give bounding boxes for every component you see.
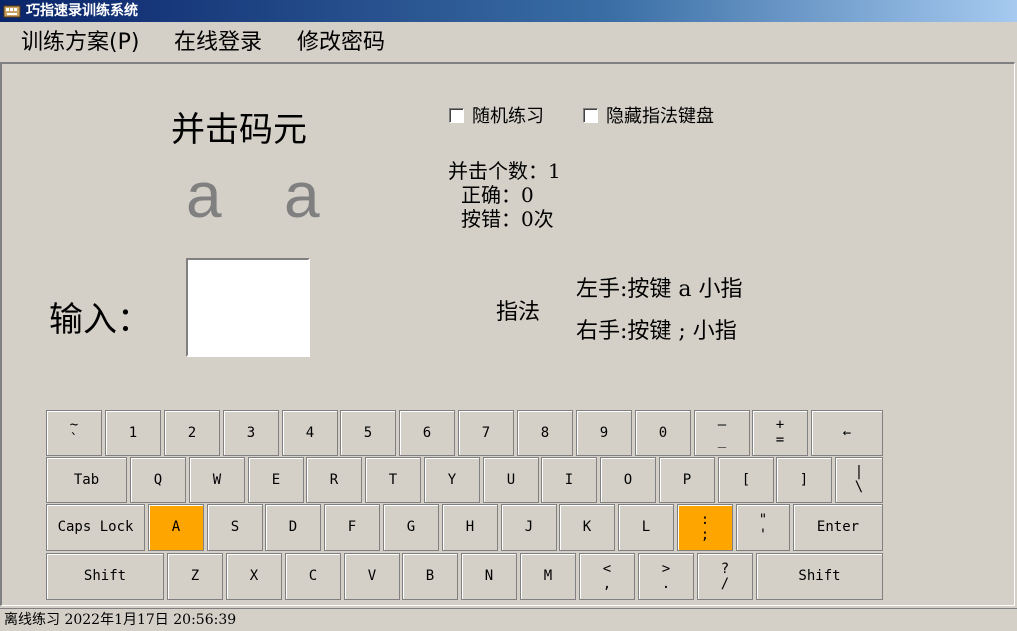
key-capslock: Caps Lock — [46, 504, 145, 551]
key-b: B — [402, 553, 458, 600]
app-icon — [3, 3, 21, 19]
key-backspace: ← — [811, 410, 883, 456]
random-practice-label: 随机练习 — [472, 106, 544, 127]
key-g: G — [383, 504, 439, 551]
key-slash: ? / — [697, 553, 753, 600]
checkbox-box[interactable] — [583, 108, 598, 123]
key-k: K — [559, 504, 615, 551]
menu-bar: 训练方案(P) 在线登录 修改密码 — [0, 24, 1017, 62]
key-0: 0 — [635, 410, 691, 456]
key-rbracket: ] — [776, 457, 832, 503]
key-6: 6 — [399, 410, 455, 456]
key-minus: – _ — [694, 410, 750, 456]
key-3: 3 — [223, 410, 279, 456]
error-count: 按错：0次 — [461, 207, 554, 231]
right-hand-hint: 右手:按键 ; 小指 — [576, 319, 737, 344]
key-7: 7 — [458, 410, 514, 456]
key-n: N — [461, 553, 517, 600]
left-hand-hint: 左手:按键 a 小指 — [576, 277, 743, 302]
key-8: 8 — [517, 410, 573, 456]
random-practice-checkbox[interactable]: 随机练习 — [449, 107, 544, 127]
window-title: 巧指速录训练系统 — [26, 3, 138, 19]
key-period: > . — [638, 553, 694, 600]
key-5: 5 — [340, 410, 396, 456]
key-r: R — [306, 457, 362, 503]
key-a: A — [148, 504, 204, 551]
key-rshift: Shift — [756, 553, 883, 600]
key-d: D — [265, 504, 321, 551]
key-y: Y — [424, 457, 480, 503]
input-label: 输入： — [49, 300, 151, 340]
key-lshift: Shift — [46, 553, 164, 600]
key-comma: < , — [579, 553, 635, 600]
key-t: T — [365, 457, 421, 503]
target-char-left: a — [186, 159, 222, 231]
menu-online-login[interactable]: 在线登录 — [174, 29, 262, 57]
key-9: 9 — [576, 410, 632, 456]
key-l: L — [618, 504, 674, 551]
key-quote: " ' — [736, 504, 790, 551]
key-tilde: ~ ` — [46, 410, 102, 456]
key-q: Q — [130, 457, 186, 503]
key-f: F — [324, 504, 380, 551]
status-text: 离线练习 2022年1月17日 20:56:39 — [4, 612, 237, 628]
target-char-right: a — [284, 159, 320, 231]
key-1: 1 — [105, 410, 161, 456]
key-backslash: | \ — [835, 457, 883, 503]
key-o: O — [600, 457, 656, 503]
hide-keyboard-label: 隐藏指法键盘 — [606, 106, 714, 127]
title-bar: 巧指速录训练系统 — [0, 0, 1017, 22]
key-z: Z — [167, 553, 223, 600]
menu-change-password[interactable]: 修改密码 — [297, 29, 385, 57]
key-j: J — [501, 504, 557, 551]
key-c: C — [285, 553, 341, 600]
key-p: P — [659, 457, 715, 503]
key-u: U — [483, 457, 539, 503]
key-enter: Enter — [793, 504, 883, 551]
key-plus: + = — [752, 410, 808, 456]
key-semicolon: : ; — [677, 504, 733, 551]
key-tab: Tab — [46, 457, 127, 503]
key-i: I — [541, 457, 597, 503]
checkbox-box[interactable] — [449, 108, 464, 123]
key-4: 4 — [282, 410, 338, 456]
input-field[interactable] — [186, 258, 310, 357]
key-e: E — [248, 457, 304, 503]
key-s: S — [207, 504, 263, 551]
key-m: M — [520, 553, 576, 600]
strike-count: 并击个数：1 — [448, 159, 561, 183]
correct-count: 正确：0 — [461, 183, 534, 207]
status-bar: 离线练习 2022年1月17日 20:56:39 — [0, 608, 1017, 631]
menu-training-plan[interactable]: 训练方案(P) — [21, 29, 139, 57]
key-w: W — [189, 457, 245, 503]
section-title: 并击码元 — [171, 110, 307, 150]
hide-keyboard-checkbox[interactable]: 隐藏指法键盘 — [583, 107, 714, 127]
key-x: X — [226, 553, 282, 600]
key-h: H — [442, 504, 498, 551]
key-lbracket: [ — [718, 457, 774, 503]
key-v: V — [344, 553, 400, 600]
key-2: 2 — [164, 410, 220, 456]
fingering-label: 指法 — [496, 300, 541, 325]
